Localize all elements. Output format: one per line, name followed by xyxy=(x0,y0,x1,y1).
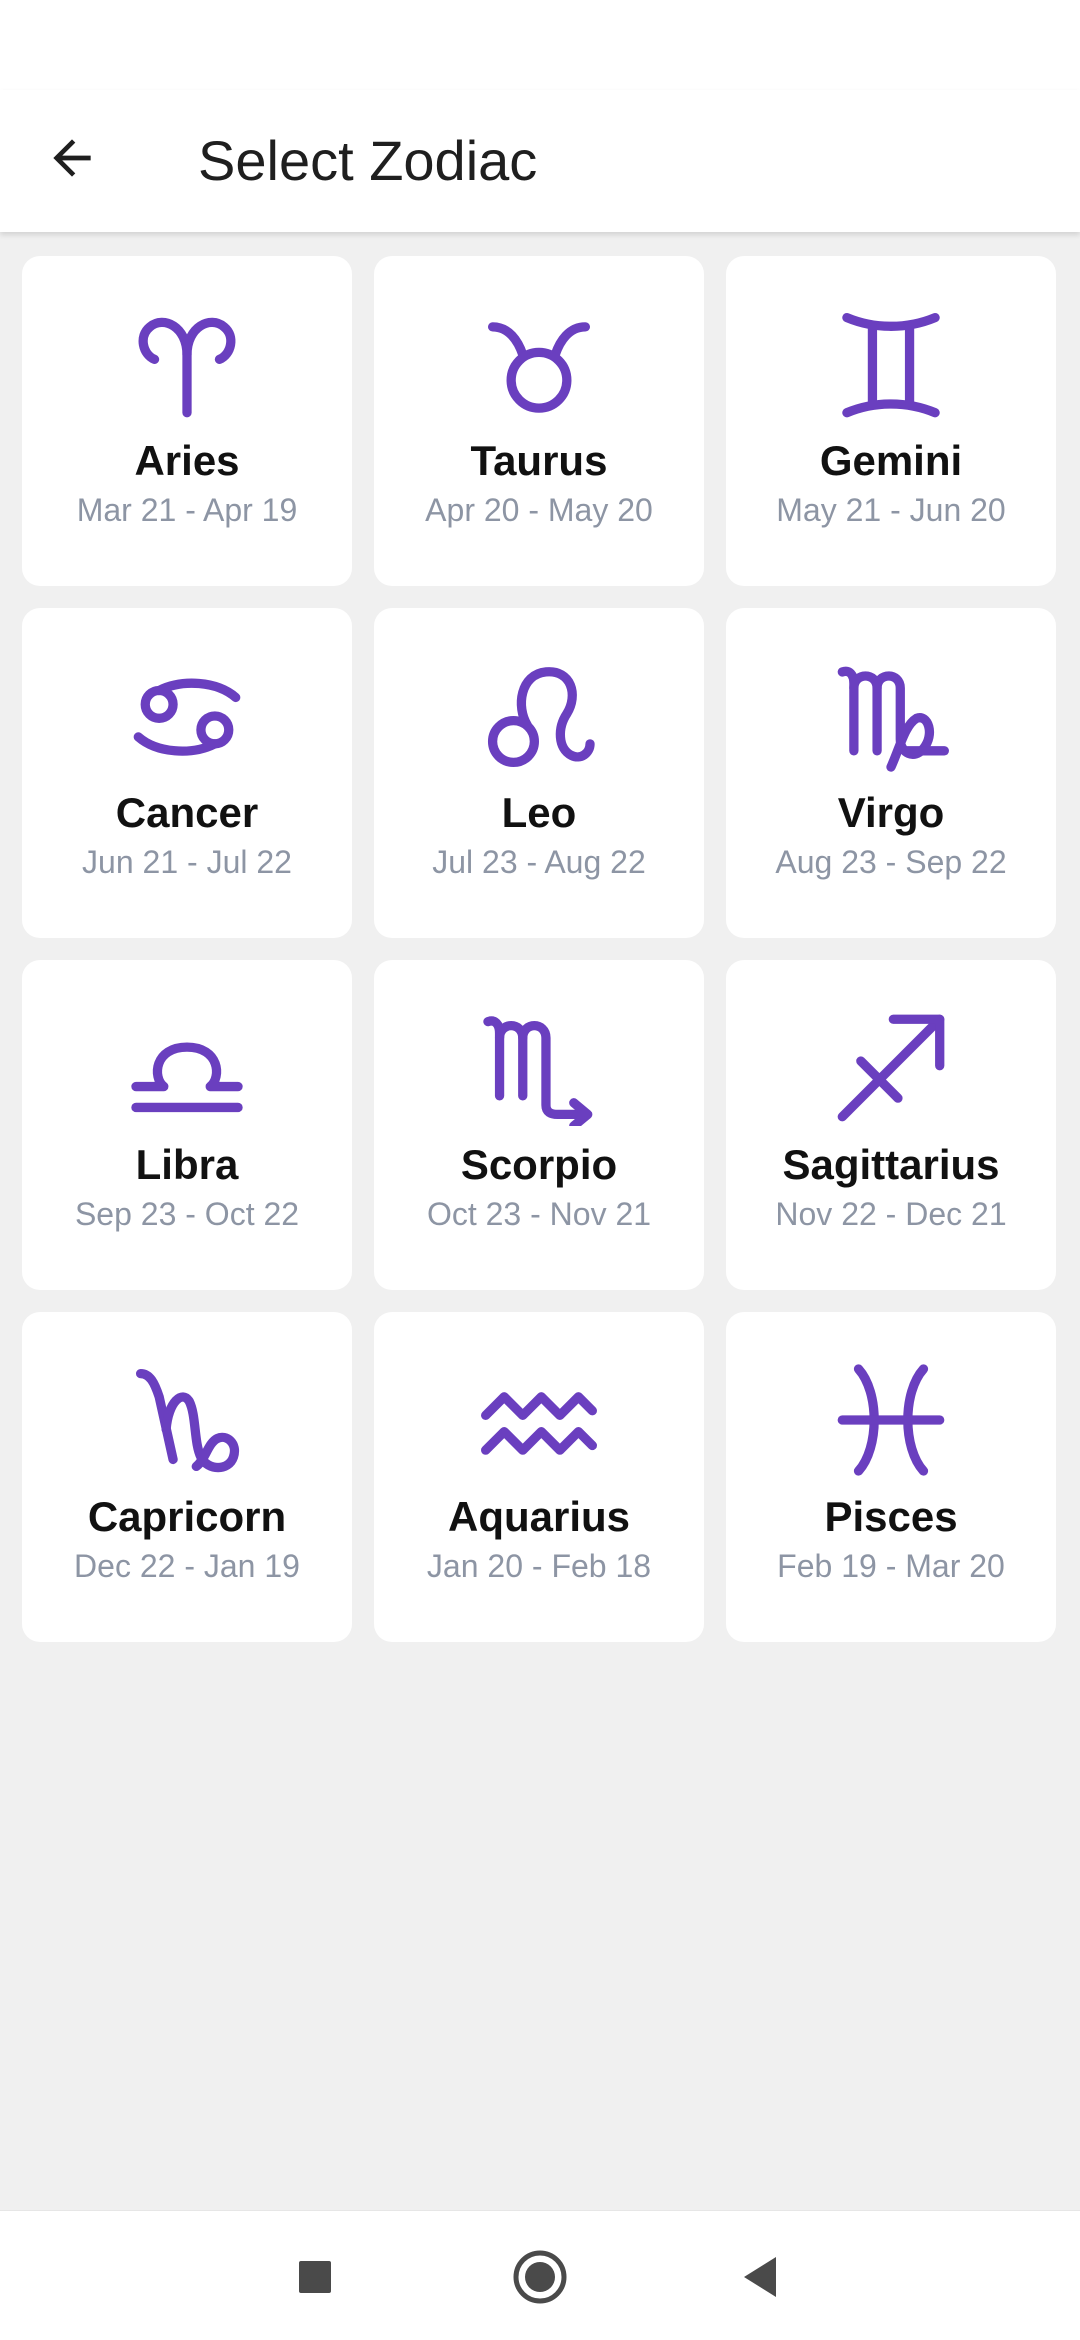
zodiac-card-capricorn[interactable]: Capricorn Dec 22 - Jan 19 xyxy=(22,1312,352,1642)
zodiac-card-virgo[interactable]: Virgo Aug 23 - Sep 22 xyxy=(726,608,1056,938)
zodiac-dates: Mar 21 - Apr 19 xyxy=(76,492,298,528)
zodiac-card-sagittarius[interactable]: Sagittarius Nov 22 - Dec 21 xyxy=(726,960,1056,1290)
zodiac-name: Scorpio xyxy=(460,1141,618,1188)
zodiac-card-libra[interactable]: Libra Sep 23 - Oct 22 xyxy=(22,960,352,1290)
zodiac-dates: Oct 23 - Nov 21 xyxy=(426,1196,652,1232)
screen: Select Zodiac Aries Mar 21 - Apr 19 Taur… xyxy=(0,0,1080,2340)
libra-icon xyxy=(131,1042,243,1113)
zodiac-card-scorpio[interactable]: Scorpio Oct 23 - Nov 21 xyxy=(374,960,704,1290)
zodiac-card-cancer[interactable]: Cancer Jun 21 - Jul 22 xyxy=(22,608,352,938)
zodiac-card-pisces[interactable]: Pisces Feb 19 - Mar 20 xyxy=(726,1312,1056,1642)
zodiac-dates: Jul 23 - Aug 22 xyxy=(432,844,646,880)
zodiac-name: Virgo xyxy=(837,789,945,836)
pisces-icon xyxy=(837,1364,945,1476)
taurus-icon xyxy=(487,322,591,413)
system-nav-bar xyxy=(0,2210,1080,2340)
recents-button[interactable] xyxy=(275,2237,355,2317)
system-back-button[interactable] xyxy=(720,2237,800,2317)
home-button[interactable] xyxy=(500,2237,580,2317)
aquarius-icon xyxy=(481,1392,597,1455)
cancer-icon xyxy=(133,678,241,756)
leo-icon xyxy=(487,667,595,768)
zodiac-card-taurus[interactable]: Taurus Apr 20 - May 20 xyxy=(374,256,704,586)
arrow-left-icon xyxy=(53,139,91,177)
zodiac-card-aries[interactable]: Aries Mar 21 - Apr 19 xyxy=(22,256,352,586)
zodiac-name: Cancer xyxy=(115,789,259,836)
square-icon xyxy=(299,2261,331,2293)
status-bar xyxy=(0,0,1080,90)
zodiac-name: Aries xyxy=(134,437,240,484)
zodiac-dates: Nov 22 - Dec 21 xyxy=(775,1196,1007,1232)
aries-icon xyxy=(138,317,236,418)
zodiac-grid: Aries Mar 21 - Apr 19 Taurus Apr 20 - Ma… xyxy=(22,256,1058,1642)
zodiac-dates: May 21 - Jun 20 xyxy=(776,492,1006,528)
scorpio-icon xyxy=(483,1016,593,1126)
gemini-icon xyxy=(842,312,940,418)
circle-icon xyxy=(513,2250,567,2304)
zodiac-name: Gemini xyxy=(819,437,963,484)
zodiac-name: Taurus xyxy=(470,437,608,484)
zodiac-dates: Sep 23 - Oct 22 xyxy=(74,1196,300,1232)
zodiac-dates: Feb 19 - Mar 20 xyxy=(777,1548,1005,1584)
zodiac-name: Capricorn xyxy=(87,1493,287,1540)
triangle-back-icon xyxy=(744,2257,776,2297)
app-bar: Select Zodiac xyxy=(0,90,1080,232)
zodiac-card-leo[interactable]: Leo Jul 23 - Aug 22 xyxy=(374,608,704,938)
page-title: Select Zodiac xyxy=(198,129,538,192)
virgo-icon xyxy=(837,666,949,772)
sagittarius-icon xyxy=(837,1014,945,1122)
zodiac-name: Libra xyxy=(135,1141,239,1188)
zodiac-dates: Jan 20 - Feb 18 xyxy=(426,1548,652,1584)
zodiac-dates: Aug 23 - Sep 22 xyxy=(775,844,1007,880)
zodiac-name: Sagittarius xyxy=(782,1141,1000,1188)
zodiac-name: Aquarius xyxy=(447,1493,631,1540)
zodiac-name: Leo xyxy=(501,789,577,836)
zodiac-dates: Dec 22 - Jan 19 xyxy=(74,1548,300,1584)
capricorn-icon xyxy=(135,1368,240,1473)
zodiac-name: Pisces xyxy=(824,1493,958,1540)
zodiac-card-aquarius[interactable]: Aquarius Jan 20 - Feb 18 xyxy=(374,1312,704,1642)
back-button[interactable] xyxy=(30,116,114,200)
zodiac-dates: Jun 21 - Jul 22 xyxy=(82,844,292,880)
zodiac-dates: Apr 20 - May 20 xyxy=(425,492,653,528)
zodiac-card-gemini[interactable]: Gemini May 21 - Jun 20 xyxy=(726,256,1056,586)
